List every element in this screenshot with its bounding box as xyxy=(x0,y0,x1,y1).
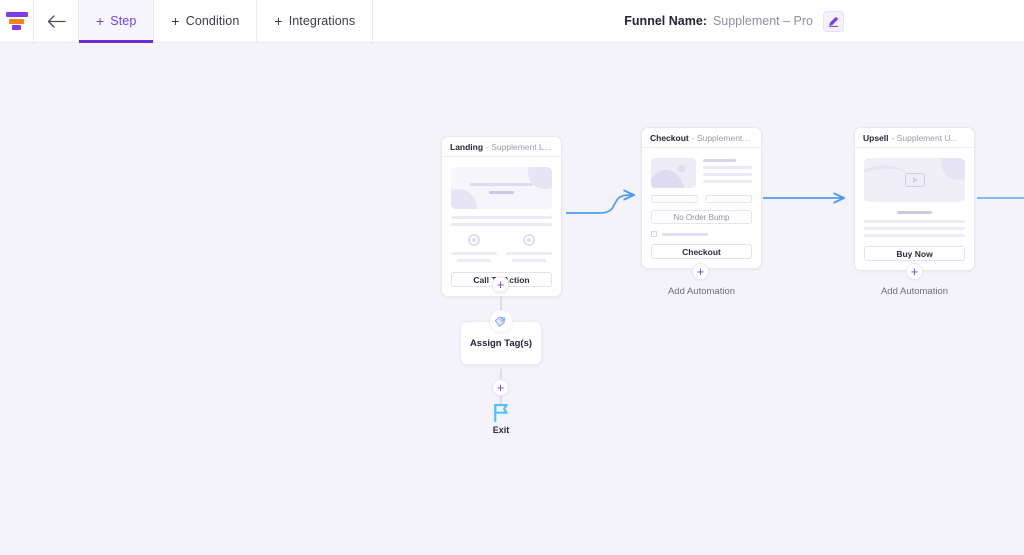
app-logo[interactable] xyxy=(0,0,34,42)
placeholder-line xyxy=(703,166,752,169)
edit-funnel-name-button[interactable] xyxy=(823,10,844,32)
connector-edges xyxy=(500,43,1024,405)
checkout-card-header: Checkout - Supplement C... xyxy=(642,128,761,148)
plus-icon: + xyxy=(96,13,105,29)
checkbox-icon[interactable] xyxy=(651,231,657,237)
back-button[interactable] xyxy=(34,0,79,42)
placeholder-line xyxy=(864,227,965,230)
placeholder-line xyxy=(662,232,708,236)
landing-card-header: Landing - Supplement La... xyxy=(442,137,561,157)
add-automation-checkout-button[interactable]: + xyxy=(692,263,709,280)
checkout-add-automation-label[interactable]: Add Automation xyxy=(641,286,762,297)
checkout-field[interactable] xyxy=(651,195,698,203)
landing-feature-columns xyxy=(451,234,552,262)
tab-integrations[interactable]: + Integrations xyxy=(257,0,374,42)
upsell-card-body: Buy Now xyxy=(855,148,974,270)
upsell-subtitle: - Supplement U... xyxy=(891,132,958,143)
funnel-name-value: Supplement – Pro xyxy=(712,14,813,28)
tab-condition[interactable]: + Condition xyxy=(154,0,258,42)
checkout-terms-row xyxy=(651,231,752,237)
checkout-text-lines xyxy=(703,158,752,188)
checkout-product-row xyxy=(651,158,752,188)
placeholder-line xyxy=(864,220,965,223)
checkout-field[interactable] xyxy=(705,195,752,203)
landing-page-card[interactable]: Landing - Supplement La... Call Action xyxy=(441,136,562,297)
placeholder-line xyxy=(451,216,552,219)
upsell-add-automation-label[interactable]: Add Automation xyxy=(854,286,975,297)
checkout-cta-button[interactable]: Checkout xyxy=(651,244,752,259)
order-bump-placeholder: No Order Bump xyxy=(651,210,752,224)
tab-step[interactable]: + Step xyxy=(79,0,155,43)
placeholder-line xyxy=(451,252,497,255)
node-upsell[interactable]: Upsell - Supplement U... Buy Now xyxy=(854,127,975,271)
tab-step-label: Step xyxy=(110,14,137,28)
node-exit[interactable]: Exit xyxy=(476,401,526,435)
pencil-edit-icon xyxy=(828,16,839,27)
placeholder-line xyxy=(512,259,546,262)
back-arrow-icon xyxy=(47,14,66,28)
checkout-title: Checkout xyxy=(650,132,689,143)
placeholder-line xyxy=(470,182,533,186)
upsell-cta-button[interactable]: Buy Now xyxy=(864,246,965,261)
landing-subtitle: - Supplement La... xyxy=(486,141,553,152)
tab-integrations-label: Integrations xyxy=(288,14,356,28)
landing-title: Landing xyxy=(450,141,484,152)
placeholder-line xyxy=(897,211,932,214)
placeholder-line xyxy=(703,180,752,183)
upsell-card-header: Upsell - Supplement U... xyxy=(855,128,974,148)
decorative-circle xyxy=(451,189,477,209)
assign-tag-badge xyxy=(490,310,512,332)
plus-icon: + xyxy=(274,13,283,29)
tag-icon xyxy=(494,316,505,327)
decorative-circle xyxy=(941,158,965,180)
funnel-name-label: Funnel Name: xyxy=(624,14,707,28)
node-landing[interactable]: Landing - Supplement La... Call Action xyxy=(441,136,562,297)
node-checkout[interactable]: Checkout - Supplement C... No Order Bump… xyxy=(641,127,762,269)
checkout-subtitle: - Supplement C... xyxy=(691,132,753,143)
add-step-below-assign-tag-button[interactable]: + xyxy=(492,379,509,396)
upsell-page-card[interactable]: Upsell - Supplement U... Buy Now xyxy=(854,127,975,271)
feature-icon xyxy=(468,234,480,246)
edge-landing-to-checkout xyxy=(566,195,633,214)
feature-column xyxy=(451,234,497,262)
image-placeholder-icon xyxy=(651,158,696,188)
checkout-card-body: No Order Bump Checkout xyxy=(642,148,761,268)
top-toolbar: + Step + Condition + Integrations Funnel… xyxy=(0,0,1024,43)
funnel-name-group: Funnel Name: Supplement – Pro xyxy=(624,0,1024,42)
funnel-canvas[interactable]: Landing - Supplement La... Call Action +… xyxy=(0,43,1024,555)
placeholder-line xyxy=(451,223,552,226)
flag-icon xyxy=(493,403,508,423)
add-automation-upsell-button[interactable]: + xyxy=(906,263,923,280)
placeholder-line xyxy=(506,252,552,255)
tab-condition-label: Condition xyxy=(185,14,240,28)
checkout-page-card[interactable]: Checkout - Supplement C... No Order Bump… xyxy=(641,127,762,269)
placeholder-line xyxy=(703,173,752,176)
funnel-logo-icon xyxy=(5,11,28,31)
feature-icon xyxy=(523,234,535,246)
decorative-circle xyxy=(528,167,552,189)
video-play-icon xyxy=(904,173,925,187)
feature-column xyxy=(506,234,552,262)
upsell-video-preview xyxy=(864,158,965,202)
landing-hero-preview xyxy=(451,167,552,209)
plus-icon: + xyxy=(171,13,180,29)
upsell-title: Upsell xyxy=(863,132,889,143)
placeholder-line xyxy=(457,259,491,262)
placeholder-line xyxy=(703,159,737,162)
placeholder-line xyxy=(864,234,965,237)
placeholder-line xyxy=(489,190,514,194)
checkout-input-fields xyxy=(651,195,752,203)
add-step-below-landing-button[interactable]: + xyxy=(492,276,509,293)
exit-label: Exit xyxy=(492,425,510,435)
